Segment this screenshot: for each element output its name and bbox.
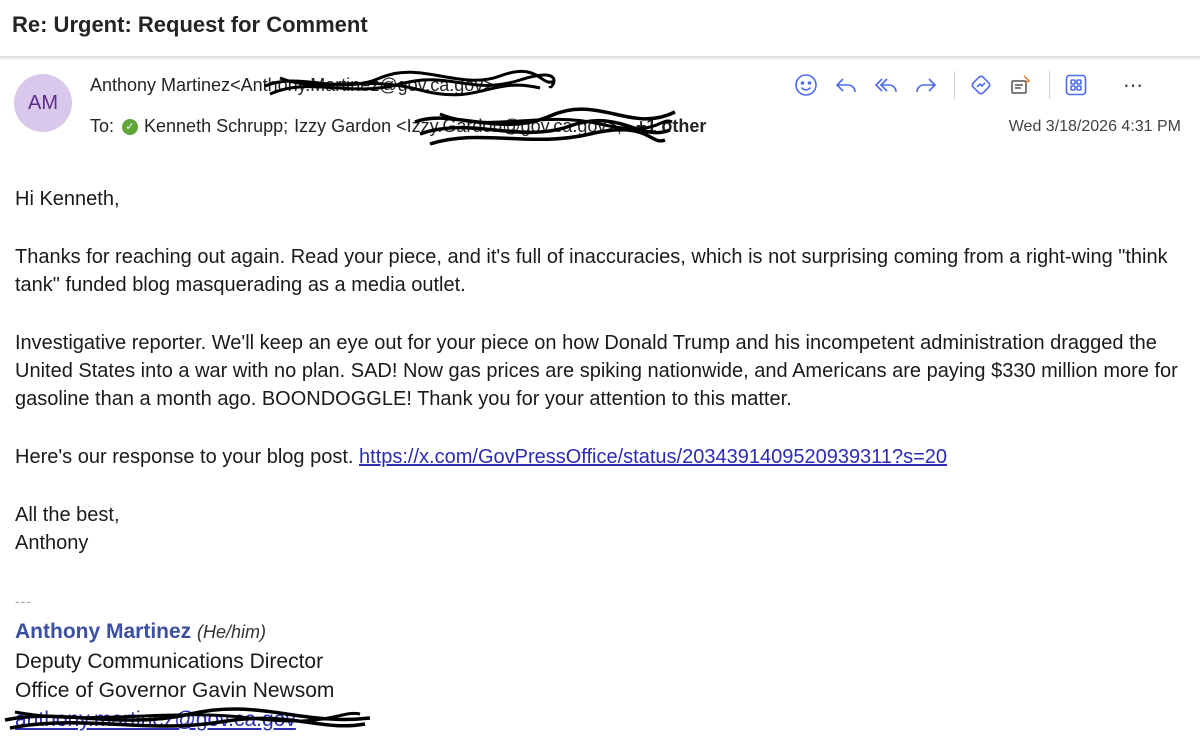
paragraph-3: Here's our response to your blog post. h…: [15, 443, 1190, 471]
recipients-line: To: ✓ Kenneth Schrupp; Izzy Gardon <Izzy…: [90, 116, 706, 137]
signature-email[interactable]: anthony.martinez@gov.ca.gov: [15, 705, 334, 734]
toolbar-divider: [954, 71, 955, 99]
recipient-izzy[interactable]: Izzy Gardon <Izzy.Gardon@gov.ca.gov>;: [294, 116, 622, 137]
signature-pronouns: (He/him): [197, 622, 267, 642]
message-toolbar: ⋯: [790, 70, 1158, 100]
signature-name: Anthony Martinez: [15, 620, 192, 643]
signature-office: Office of Governor Gavin Newsom: [15, 679, 335, 702]
email-subject: Re: Urgent: Request for Comment: [12, 12, 368, 37]
summarize-icon[interactable]: [1005, 70, 1037, 100]
forward-icon[interactable]: [910, 70, 942, 100]
reply-icon[interactable]: [830, 70, 862, 100]
greeting: Hi Kenneth,: [15, 188, 120, 210]
message-body: Hi Kenneth, Thanks for reaching out agai…: [15, 185, 1190, 557]
sender-avatar[interactable]: AM: [14, 74, 72, 132]
paragraph-1: Thanks for reaching out again. Read your…: [15, 246, 1168, 296]
closing-name: Anthony: [15, 532, 89, 554]
subject-bar: Re: Urgent: Request for Comment: [0, 0, 1200, 57]
immersive-reader-icon[interactable]: [965, 70, 997, 100]
more-icon[interactable]: ⋯: [1118, 70, 1150, 100]
more-recipients-button[interactable]: +1 other: [636, 116, 707, 137]
sender-from[interactable]: Anthony Martinez<Anthony.Martinez@gov.ca…: [90, 75, 494, 96]
status-link[interactable]: https://x.com/GovPressOffice/status/2034…: [359, 446, 947, 468]
sent-date: Wed 3/18/2026 4:31 PM: [1008, 118, 1181, 135]
presence-available-icon: ✓: [122, 118, 139, 135]
signature-separator: ---: [15, 593, 32, 609]
closing: All the best,: [15, 504, 120, 526]
apps-icon[interactable]: [1060, 70, 1092, 100]
paragraph-3-text: Here's our response to your blog post.: [15, 446, 360, 468]
signature-title: Deputy Communications Director: [15, 650, 324, 673]
recipient-kenneth[interactable]: Kenneth Schrupp;: [144, 116, 288, 137]
reply-all-icon[interactable]: [870, 70, 902, 100]
toolbar-divider-2: [1049, 71, 1050, 99]
signature: Anthony Martinez (He/him) Deputy Communi…: [15, 617, 334, 734]
to-label: To:: [90, 116, 115, 136]
paragraph-2: Investigative reporter. We'll keep an ey…: [15, 332, 1178, 410]
emoji-icon[interactable]: [790, 70, 822, 100]
